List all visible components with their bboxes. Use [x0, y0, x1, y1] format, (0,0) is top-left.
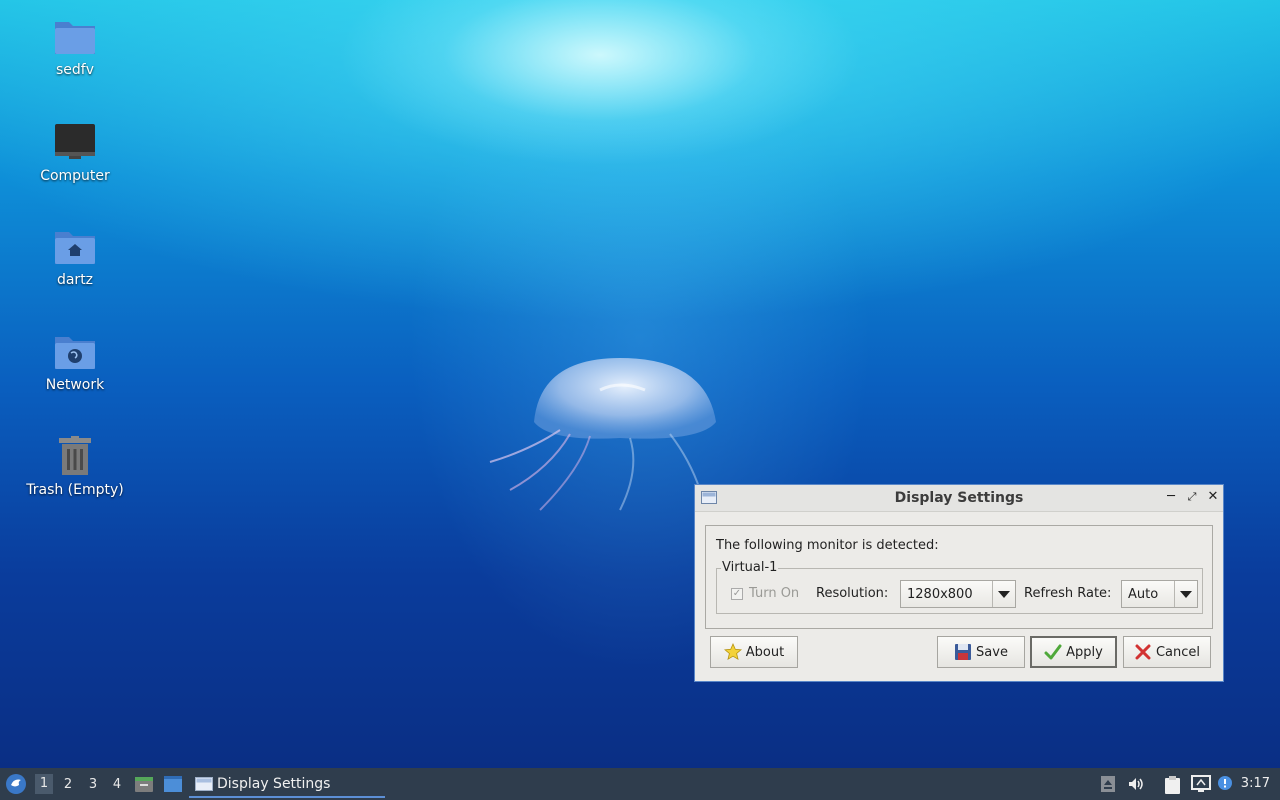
clipboard-icon[interactable] [1163, 775, 1183, 795]
dialog-titlebar[interactable]: Display Settings ─ ⤢ ✕ [695, 485, 1223, 512]
star-icon [723, 643, 742, 661]
workspace-4[interactable]: 4 [108, 777, 126, 792]
notification-icon[interactable] [1217, 775, 1235, 793]
minimize-icon[interactable]: ─ [1163, 489, 1179, 505]
network-connection-icon[interactable] [1191, 775, 1211, 793]
desktop-icon-computer[interactable]: Computer [15, 122, 135, 184]
start-menu-icon[interactable] [5, 773, 27, 795]
resolution-select[interactable]: 1280x800 [900, 580, 1016, 608]
cancel-x-icon [1135, 644, 1151, 660]
workspace-3[interactable]: 3 [84, 777, 102, 792]
detected-text: The following monitor is detected: [716, 538, 939, 553]
resolution-value: 1280x800 [907, 587, 973, 602]
network-folder-icon [55, 337, 95, 369]
maximize-icon[interactable]: ⤢ [1184, 489, 1200, 505]
desktop-icon-sedfv[interactable]: sedfv [15, 16, 135, 78]
window-app-icon [195, 777, 213, 791]
desktop-icon-trash[interactable]: Trash (Empty) [15, 436, 135, 498]
dialog-title: Display Settings [894, 490, 1024, 506]
chevron-down-icon[interactable] [992, 581, 1015, 607]
apply-button[interactable]: Apply [1030, 636, 1117, 668]
task-display-settings[interactable]: Display Settings [189, 770, 385, 798]
refresh-rate-label: Refresh Rate: [1024, 586, 1112, 601]
task-label: Display Settings [217, 776, 331, 792]
trash-icon [59, 436, 91, 475]
resolution-label: Resolution: [816, 586, 889, 601]
checkmark-icon [1044, 644, 1062, 660]
workspace-2[interactable]: 2 [59, 777, 77, 792]
file-manager-icon[interactable] [134, 774, 154, 794]
monitor-frame: Virtual-1 ✓ Turn On Resolution: 1280x800… [716, 560, 1203, 614]
about-button[interactable]: About [710, 636, 798, 668]
show-desktop-icon[interactable] [163, 775, 183, 793]
about-label: About [745, 644, 785, 660]
clock[interactable]: 3:17 [1241, 776, 1270, 791]
taskbar: 1 2 3 4 Display Settings 3:17 [0, 768, 1280, 800]
home-folder-icon [55, 232, 95, 264]
display-settings-dialog: Display Settings ─ ⤢ ✕ The following mon… [694, 484, 1224, 682]
volume-icon[interactable] [1127, 775, 1145, 793]
desktop-icon-dartz[interactable]: dartz [15, 226, 135, 288]
save-button[interactable]: Save [937, 636, 1025, 668]
workspace-1[interactable]: 1 [35, 774, 53, 794]
refresh-rate-select[interactable]: Auto [1121, 580, 1198, 608]
desktop-icon-label: dartz [56, 272, 94, 288]
desktop-icon-label: Network [45, 377, 105, 393]
folder-icon [55, 22, 95, 54]
close-icon[interactable]: ✕ [1205, 489, 1221, 505]
jellyfish-wallpaper [489, 358, 716, 511]
apply-label: Apply [1066, 644, 1103, 660]
turn-on-label: Turn On [749, 586, 800, 601]
refresh-rate-value: Auto [1128, 587, 1159, 602]
desktop-icon-label: Trash (Empty) [26, 482, 124, 498]
monitor-name: Virtual-1 [721, 560, 779, 575]
cancel-button[interactable]: Cancel [1123, 636, 1211, 668]
desktop-icon-label: Computer [40, 168, 110, 184]
desktop-icon-network[interactable]: Network [15, 331, 135, 393]
chevron-down-icon[interactable] [1174, 581, 1197, 607]
eject-icon[interactable] [1100, 775, 1116, 793]
monitor-panel: The following monitor is detected: Virtu… [705, 525, 1213, 629]
computer-icon [55, 124, 95, 159]
desktop-icon-label: sedfv [55, 62, 94, 78]
floppy-disk-icon [955, 644, 972, 660]
turn-on-checkbox[interactable]: ✓ [731, 588, 743, 600]
cancel-label: Cancel [1155, 644, 1201, 660]
save-label: Save [976, 644, 1008, 660]
